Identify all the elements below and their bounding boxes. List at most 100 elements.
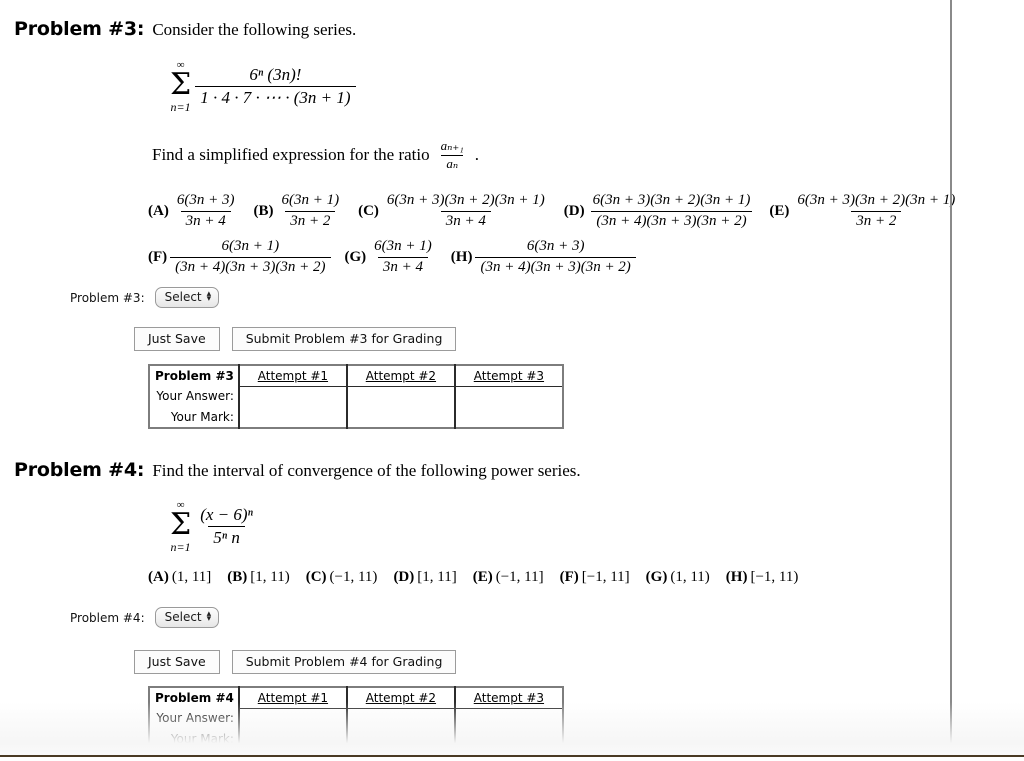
your-answer-attempt-3 [454, 708, 563, 729]
choice-tag: (C) [358, 202, 379, 219]
ratio-denominator: aₙ [441, 154, 464, 172]
problem-4-button-row: Just Save Submit Problem #4 for Grading [134, 650, 457, 674]
choice-fraction: 6(3n + 3) (3n + 4)(3n + 3)(3n + 2) [475, 238, 636, 277]
your-answer-label: Your Answer: [149, 708, 240, 729]
choice-denominator: 3n + 4 [440, 210, 491, 231]
choice-value: (−1, 11) [329, 569, 378, 585]
your-answer-attempt-1 [238, 386, 348, 407]
ratio-numerator: aₙ₊₁ [440, 138, 464, 153]
problem-3-choice-f[interactable]: (F) 6(3n + 1) (3n + 4)(3n + 3)(3n + 2) [148, 238, 331, 276]
problem-4-choice-c[interactable]: (C) (−1, 11) [306, 569, 378, 586]
problem-4-label: Problem #4: [14, 459, 145, 481]
problem-3-just-save-button[interactable]: Just Save [134, 327, 220, 351]
problem-3-choice-a[interactable]: (A) 6(3n + 3) 3n + 4 [148, 192, 239, 230]
choice-value: (−1, 11] [495, 569, 544, 585]
problem-4-heading: Problem #4: Find the interval of converg… [14, 459, 581, 481]
series-fraction: (x − 6)ⁿ 5ⁿ n [195, 505, 258, 548]
choice-tag: (G) [344, 248, 367, 265]
select-value: Select [164, 290, 202, 304]
series-numerator: 6ⁿ (3n)! [249, 65, 302, 85]
choice-denominator: 3n + 2 [285, 210, 336, 231]
choice-tag: (F) [559, 569, 579, 585]
problem-3-choice-e[interactable]: (E) 6(3n + 3)(3n + 2)(3n + 1) 3n + 2 [769, 192, 960, 230]
series-denominator: 1 · 4 · 7 · ⋯ · (3n + 1) [195, 86, 356, 108]
problem-3-choice-h[interactable]: (H) 6(3n + 3) (3n + 4)(3n + 3)(3n + 2) [451, 238, 636, 276]
problem-4-choice-a[interactable]: (A) (1, 11] [148, 569, 211, 586]
choice-fraction: 6(3n + 3)(3n + 2)(3n + 1) 3n + 4 [382, 192, 550, 230]
choice-fraction: 6(3n + 1) 3n + 4 [369, 238, 437, 276]
problem-4-just-save-button[interactable]: Just Save [134, 650, 220, 674]
choice-tag: (B) [227, 569, 248, 585]
choice-value: [−1, 11) [750, 569, 799, 585]
problem-4-choice-f[interactable]: (F) [−1, 11] [560, 569, 630, 586]
your-answer-attempt-2 [346, 708, 456, 729]
problem-3-block: Problem #3: Consider the following serie… [14, 18, 356, 40]
chevron-updown-icon: ▴ ▾ [206, 608, 212, 624]
problem-3-answer-row: Problem #3: Select ▴ ▾ [70, 287, 220, 308]
choice-denominator: (3n + 4)(3n + 3)(3n + 2) [475, 256, 636, 277]
problem-4-answer-row: Problem #4: Select ▴ ▾ [70, 607, 220, 628]
your-mark-attempt-1 [238, 407, 348, 428]
problem-3-submit-button[interactable]: Submit Problem #3 for Grading [231, 327, 457, 351]
table-row: Your Mark: [149, 729, 563, 750]
problem-4-attempts-table-wrap: Problem #4 Attempt #1 Attempt #2 Attempt… [148, 686, 564, 751]
problem-4-choice-e[interactable]: (E) (−1, 11] [473, 569, 544, 586]
ratio-question-text: Find a simplified expression for the rat… [152, 145, 430, 165]
problem-3-choice-b[interactable]: (B) 6(3n + 1) 3n + 2 [253, 192, 344, 230]
problem-4-choice-g[interactable]: (G) (1, 11) [646, 569, 710, 586]
sum-lower-limit: n=1 [170, 539, 191, 554]
table-header-row: Problem #4 Attempt #1 Attempt #2 Attempt… [149, 687, 563, 709]
choice-tag: (E) [472, 569, 493, 585]
problem-4-choice-d[interactable]: (D) [1, 11] [393, 569, 456, 586]
problem-4-select-label: Problem #4: [70, 610, 145, 625]
problem-3-choice-g[interactable]: (G) 6(3n + 1) 3n + 4 [345, 238, 437, 276]
problem-3-choices-row-1: (A) 6(3n + 3) 3n + 4 (B) 6(3n + 1) 3n + … [148, 192, 960, 230]
ratio-period: . [474, 145, 480, 165]
problem-4-answer-select[interactable]: Select ▴ ▾ [154, 607, 220, 628]
problem-3-label: Problem #3: [14, 18, 145, 40]
attempt-3-header: Attempt #3 [473, 368, 545, 383]
problem-3-choice-d[interactable]: (D) 6(3n + 3)(3n + 2)(3n + 1) (3n + 4)(3… [564, 192, 756, 230]
choice-tag: (H) [450, 248, 473, 265]
choice-numerator: 6(3n + 3) [176, 192, 235, 208]
window-bottom-edge [0, 755, 1024, 761]
problem-3-attempts-table: Problem #3 Attempt #1 Attempt #2 Attempt… [148, 364, 564, 429]
choice-numerator: 6(3n + 1) [281, 192, 340, 208]
choice-denominator: (3n + 4)(3n + 3)(3n + 2) [591, 210, 752, 231]
attempt-3-header: Attempt #3 [473, 690, 545, 705]
problem-4-attempts-table: Problem #4 Attempt #1 Attempt #2 Attempt… [148, 686, 564, 751]
problem-4-submit-button[interactable]: Submit Problem #4 for Grading [231, 650, 457, 674]
table-row: Your Answer: [149, 386, 563, 407]
problem-3-choice-c[interactable]: (C) 6(3n + 3)(3n + 2)(3n + 1) 3n + 4 [358, 192, 550, 230]
choice-numerator: 6(3n + 3)(3n + 2)(3n + 1) [386, 192, 545, 208]
choice-numerator: 6(3n + 3)(3n + 2)(3n + 1) [592, 192, 751, 208]
problem-3-series: ∞ Σ n=1 6ⁿ (3n)! 1 · 4 · 7 · ⋯ · (3n + 1… [170, 60, 356, 114]
table-row: Your Mark: [149, 407, 563, 428]
your-answer-label: Your Answer: [149, 386, 240, 407]
choice-numerator: 6(3n + 3)(3n + 2)(3n + 1) [797, 192, 956, 208]
choice-value: (1, 11] [171, 569, 212, 585]
problem-4-choice-b[interactable]: (B) [1, 11) [227, 569, 289, 586]
choice-numerator: 6(3n + 1) [374, 238, 432, 254]
attempt-1-header: Attempt #1 [238, 687, 348, 709]
choice-tag: (H) [725, 569, 748, 585]
attempt-1-header: Attempt #1 [238, 365, 348, 387]
series-numerator: (x − 6)ⁿ [200, 505, 253, 525]
attempt-2-header: Attempt #2 [346, 687, 456, 709]
your-mark-label: Your Mark: [149, 407, 240, 428]
problem-4-statement: Find the interval of convergence of the … [152, 461, 581, 480]
problem-4-choice-h[interactable]: (H) [−1, 11) [726, 569, 799, 586]
your-mark-attempt-3 [455, 729, 563, 750]
choice-tag: (B) [253, 202, 274, 219]
choice-value: [1, 11) [250, 569, 290, 585]
your-mark-attempt-2 [346, 407, 456, 428]
problem-3-answer-select[interactable]: Select ▴ ▾ [154, 287, 220, 308]
choice-denominator: 3n + 4 [180, 210, 231, 231]
choice-numerator: 6(3n + 3) [526, 238, 585, 254]
choice-value: [1, 11] [417, 569, 457, 585]
problem-3-select-label: Problem #3: [70, 290, 145, 305]
problem-3-attempts-table-wrap: Problem #3 Attempt #1 Attempt #2 Attempt… [148, 364, 564, 429]
ratio-fraction: aₙ₊₁ aₙ [436, 138, 469, 172]
sigma-glyph: Σ [170, 67, 192, 102]
choice-tag: (E) [769, 202, 790, 219]
